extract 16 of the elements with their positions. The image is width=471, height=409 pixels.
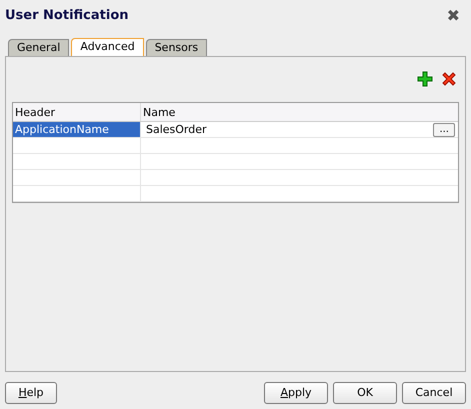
column-header[interactable]: Header <box>13 103 141 121</box>
window-title: User Notification <box>5 7 128 26</box>
delete-icon[interactable] <box>441 71 457 87</box>
table-cell-text: SalesOrder <box>146 122 208 138</box>
selected-cell[interactable]: ApplicationName <box>13 122 141 137</box>
dialog-button[interactable]: Help <box>5 382 57 404</box>
dialog-button[interactable]: Cancel <box>402 382 466 404</box>
tab[interactable]: Advanced <box>71 38 144 56</box>
add-icon[interactable] <box>417 71 433 87</box>
tab[interactable]: Sensors <box>146 39 208 56</box>
close-button[interactable]: ✖ <box>446 8 460 24</box>
dialog-button[interactable]: OK <box>333 382 397 404</box>
tab[interactable]: General <box>8 39 70 56</box>
column-header[interactable]: Name <box>141 103 458 121</box>
dialog-button[interactable]: Apply <box>264 382 328 404</box>
browse-button[interactable]: ... <box>433 122 455 136</box>
